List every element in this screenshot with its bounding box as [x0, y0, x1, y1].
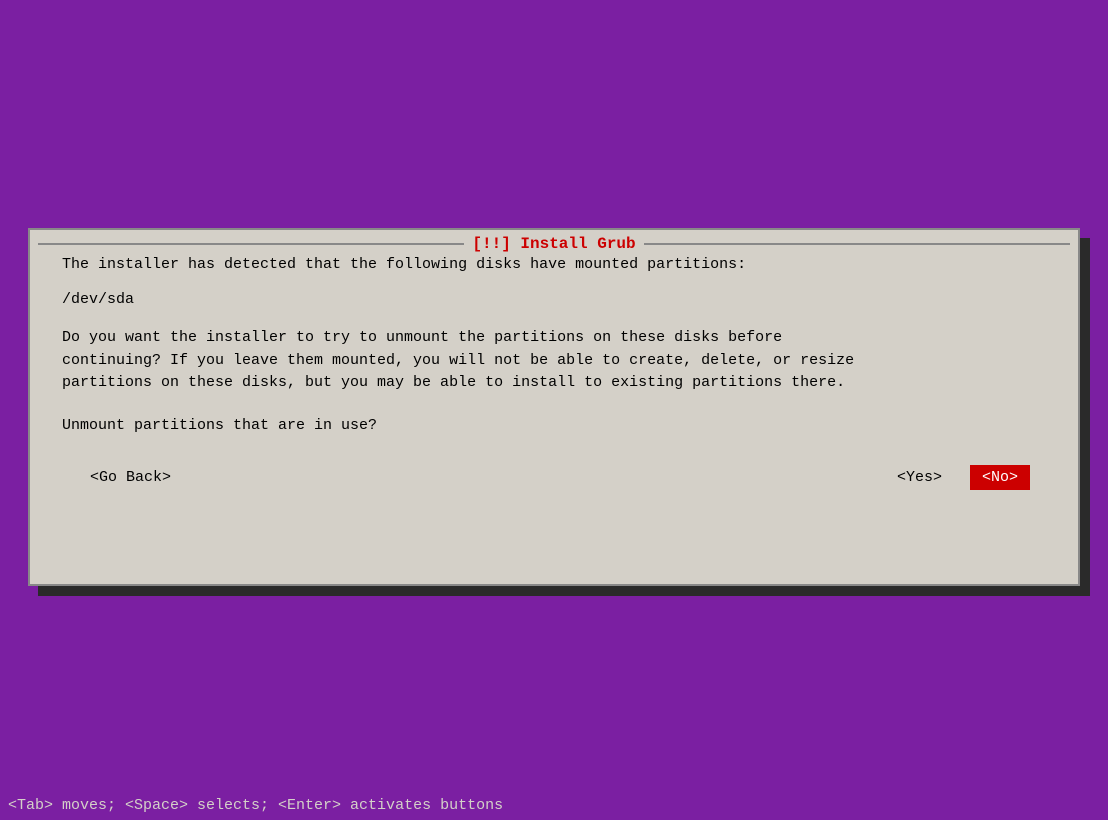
description-text: Do you want the installer to try to unmo…: [62, 327, 1046, 395]
dialog-content: The installer has detected that the foll…: [30, 230, 1078, 510]
terminal-background: [!!] Install Grub The installer has dete…: [0, 0, 1108, 820]
dialog-title-bar: [!!] Install Grub: [30, 229, 1078, 259]
button-row: <Go Back> <Yes> <No>: [62, 465, 1046, 490]
title-line-left: [38, 243, 464, 245]
dialog-box: [!!] Install Grub The installer has dete…: [28, 228, 1080, 586]
dialog-title: [!!] Install Grub: [472, 235, 635, 253]
unmount-question: Unmount partitions that are in use?: [62, 415, 1046, 438]
no-button[interactable]: <No>: [970, 465, 1030, 490]
go-back-button[interactable]: <Go Back>: [78, 465, 183, 490]
status-bar: <Tab> moves; <Space> selects; <Enter> ac…: [0, 791, 1108, 820]
yes-button[interactable]: <Yes>: [885, 465, 954, 490]
device-text: /dev/sda: [62, 289, 1046, 312]
button-right-group: <Yes> <No>: [885, 465, 1030, 490]
title-line-right: [644, 243, 1070, 245]
